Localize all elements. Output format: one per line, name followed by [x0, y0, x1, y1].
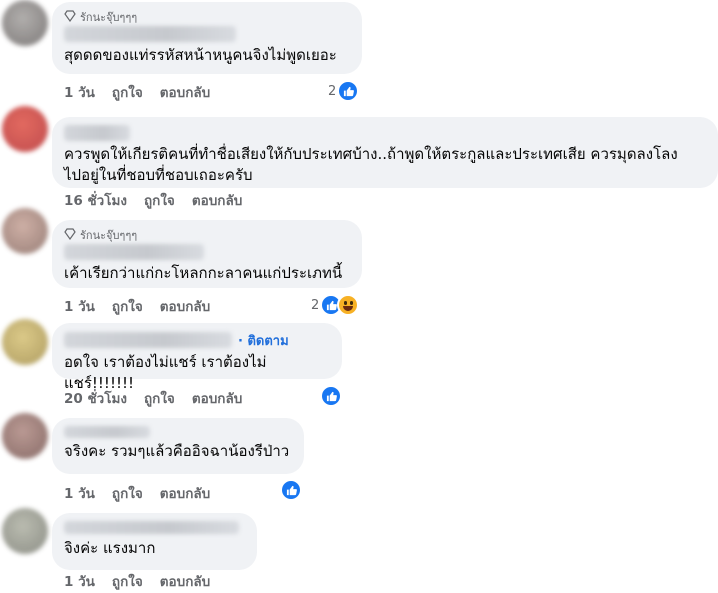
comment-bubble: จิงค่ะ แรงมาก: [52, 513, 257, 570]
like-button[interactable]: ถูกใจ: [112, 482, 143, 504]
avatar[interactable]: [2, 0, 48, 46]
avatar[interactable]: [2, 208, 48, 254]
haha-reaction-icon: [337, 294, 360, 316]
timestamp[interactable]: 20 ชั่วโมง: [64, 387, 127, 409]
reply-button[interactable]: ตอบกลับ: [192, 387, 242, 409]
comment-bubble: · ติดตาม อดใจ เราต้องไม่แชร์ เราต้องไม่แ…: [52, 323, 342, 392]
comment-text: จิงค่ะ แรงมาก: [64, 539, 156, 557]
comment-bubble: ควรพูดให้เกียรติคนที่ทำชื่อเสียงให้กับปร…: [52, 117, 718, 188]
reply-button[interactable]: ตอบกลับ: [160, 295, 210, 317]
timestamp[interactable]: 1 วัน: [64, 570, 95, 592]
like-button[interactable]: ถูกใจ: [112, 570, 143, 592]
follow-button[interactable]: · ติดตาม: [238, 330, 289, 351]
reply-button[interactable]: ตอบกลับ: [160, 570, 210, 592]
like-button[interactable]: ถูกใจ: [144, 387, 175, 409]
comment-actions: 1 วัน ถูกใจ ตอบกลับ: [64, 297, 210, 315]
avatar[interactable]: [2, 106, 48, 152]
author-name[interactable]: [64, 26, 236, 42]
avatar[interactable]: [2, 508, 48, 554]
like-reaction-icon: [320, 385, 342, 407]
reaction-count: 2: [311, 297, 320, 313]
timestamp[interactable]: 1 วัน: [64, 295, 95, 317]
avatar[interactable]: [2, 319, 48, 365]
comment-text-line: ไปอยู่ในที่ชอบที่ชอบเถอะครับ: [64, 166, 253, 184]
fan-badge: รักนะจุ๊บๆๆๆ: [64, 9, 350, 25]
diamond-icon: [64, 227, 76, 243]
reply-button[interactable]: ตอบกลับ: [160, 482, 210, 504]
author-name[interactable]: [64, 125, 130, 141]
like-button[interactable]: ถูกใจ: [112, 81, 143, 103]
author-name[interactable]: [64, 332, 232, 348]
diamond-icon: [64, 9, 76, 25]
comment-text: สุดดดของแท่รรหัสหน้าหนูคนจิงไม่พูดเยอะ: [64, 46, 337, 64]
timestamp[interactable]: 16 ชั่วโมง: [64, 189, 127, 211]
comment-bubble: จริงคะ รวมๆแล้วคืออิจฉาน้องรีป่าว: [52, 418, 304, 474]
comment-actions: 1 วัน ถูกใจ ตอบกลับ: [64, 83, 210, 101]
badge-label: รักนะจุ๊บๆๆๆ: [80, 11, 138, 24]
reaction-count: 2: [328, 83, 337, 99]
comment-actions: 1 วัน ถูกใจ ตอบกลับ: [64, 484, 210, 502]
reaction-summary[interactable]: 2: [311, 294, 360, 316]
comment-actions: 20 ชั่วโมง ถูกใจ ตอบกลับ: [64, 389, 242, 407]
reply-button[interactable]: ตอบกลับ: [160, 81, 210, 103]
like-reaction-icon: [337, 80, 360, 102]
timestamp[interactable]: 1 วัน: [64, 81, 95, 103]
comment-bubble: รักนะจุ๊บๆๆๆ เค้าเรียกว่าแก่กะโหลกกะลาคน…: [52, 220, 362, 288]
like-button[interactable]: ถูกใจ: [144, 189, 175, 211]
badge-label: รักนะจุ๊บๆๆๆ: [80, 229, 138, 242]
comment-text-line: ควรพูดให้เกียรติคนที่ทำชื่อเสียงให้กับปร…: [64, 145, 678, 163]
like-button[interactable]: ถูกใจ: [112, 295, 143, 317]
author-row: · ติดตาม: [64, 331, 330, 349]
comment-text: เค้าเรียกว่าแก่กะโหลกกะลาคนแก่ประเภทนี้: [64, 264, 343, 282]
avatar[interactable]: [2, 413, 48, 459]
author-name[interactable]: [64, 244, 204, 260]
comment-text: จริงคะ รวมๆแล้วคืออิจฉาน้องรีป่าว: [64, 442, 290, 460]
author-name[interactable]: [64, 426, 150, 438]
author-name[interactable]: [64, 521, 239, 534]
reply-button[interactable]: ตอบกลับ: [192, 189, 242, 211]
reaction-summary[interactable]: [320, 385, 342, 407]
fan-badge: รักนะจุ๊บๆๆๆ: [64, 227, 350, 243]
comment-actions: 16 ชั่วโมง ถูกใจ ตอบกลับ: [64, 191, 242, 209]
timestamp[interactable]: 1 วัน: [64, 482, 95, 504]
reaction-summary[interactable]: [280, 479, 302, 501]
comment-actions: 1 วัน ถูกใจ ตอบกลับ: [64, 572, 210, 590]
comment-bubble: รักนะจุ๊บๆๆๆ สุดดดของแท่รรหัสหน้าหนูคนจิ…: [52, 2, 362, 74]
reaction-summary[interactable]: 2: [328, 80, 360, 102]
like-reaction-icon: [280, 479, 302, 501]
